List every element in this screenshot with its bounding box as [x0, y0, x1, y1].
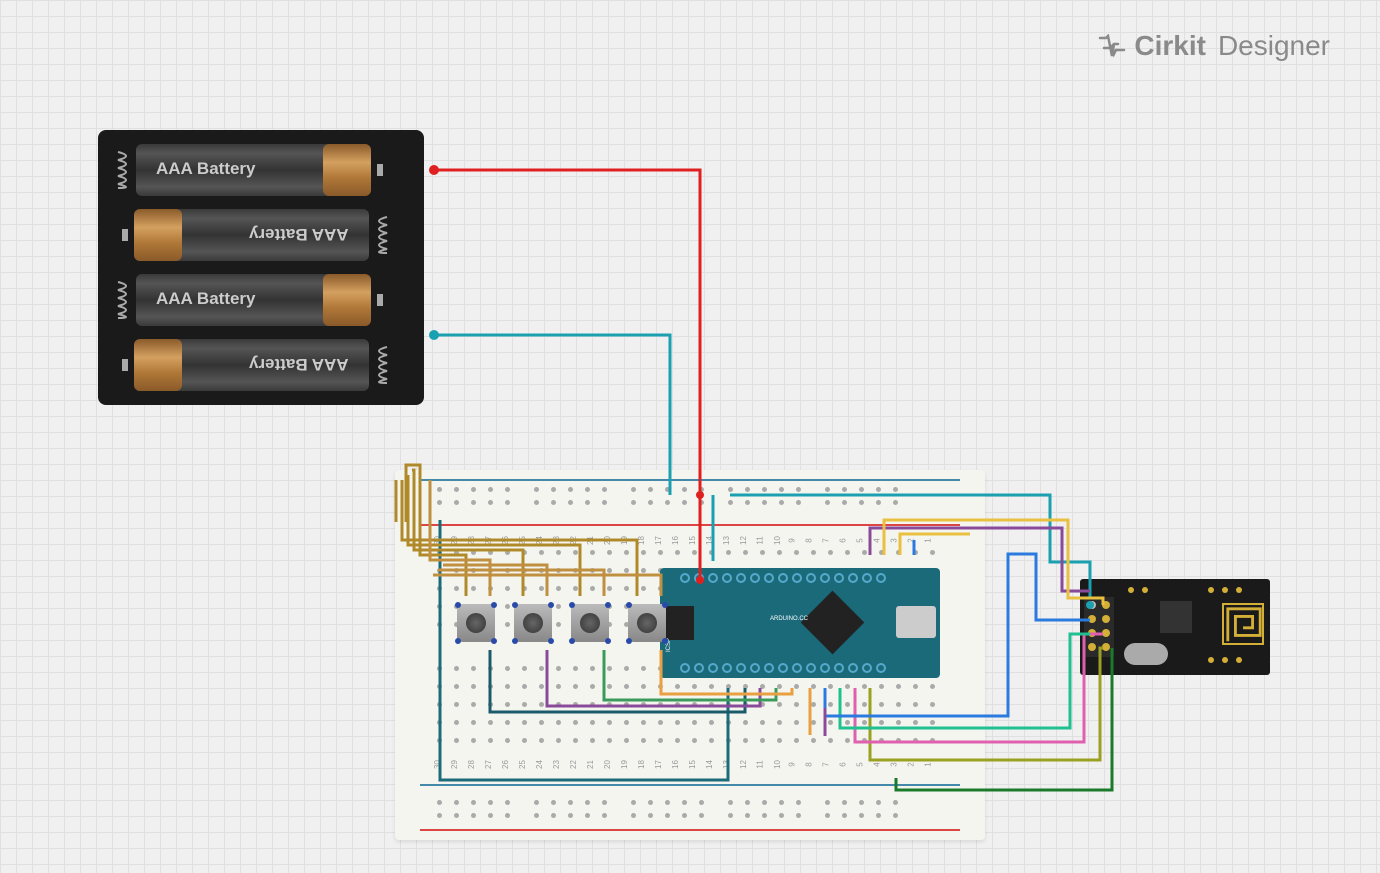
- battery-label-4: AAA Battery: [249, 354, 349, 374]
- battery-cell-1: AAA Battery: [116, 140, 406, 200]
- arduino-atmega-chip-icon: [801, 591, 865, 655]
- push-button-4[interactable]: [628, 604, 666, 642]
- arduino-pins-bottom: [680, 663, 886, 673]
- app-logo: Cirkit Designer: [1098, 30, 1330, 62]
- push-button-3[interactable]: [571, 604, 609, 642]
- logo-text-brand: Cirkit: [1134, 30, 1206, 62]
- battery-label-2: AAA Battery: [249, 224, 349, 244]
- logo-text-product: Designer: [1218, 30, 1330, 62]
- battery-cell-4: AAA Battery: [116, 335, 406, 395]
- app-logo-icon: [1098, 34, 1126, 58]
- push-button-2[interactable]: [514, 604, 552, 642]
- arduino-mini-usb-icon: [896, 606, 936, 638]
- nrf24-pcb-antenna-icon: [1222, 603, 1264, 645]
- battery-cell-2: AAA Battery: [116, 205, 406, 265]
- battery-label-3: AAA Battery: [156, 289, 256, 309]
- nrf24-pin-header: [1084, 597, 1114, 657]
- arduino-icsp-header: [664, 606, 694, 640]
- battery-holder-4xaaa[interactable]: AAA Battery AAA Battery AAA Battery AAA …: [98, 130, 424, 405]
- arduino-pins-top: [680, 573, 886, 583]
- nrf24l01-module[interactable]: [1080, 579, 1270, 675]
- nrf24-crystal-icon: [1124, 643, 1168, 665]
- arduino-nano[interactable]: ARDUINO.CCICSP: [660, 568, 940, 678]
- battery-label-1: AAA Battery: [156, 159, 256, 179]
- push-button-1[interactable]: [457, 604, 495, 642]
- nrf24-chip-icon: [1160, 601, 1192, 633]
- battery-cell-3: AAA Battery: [116, 270, 406, 330]
